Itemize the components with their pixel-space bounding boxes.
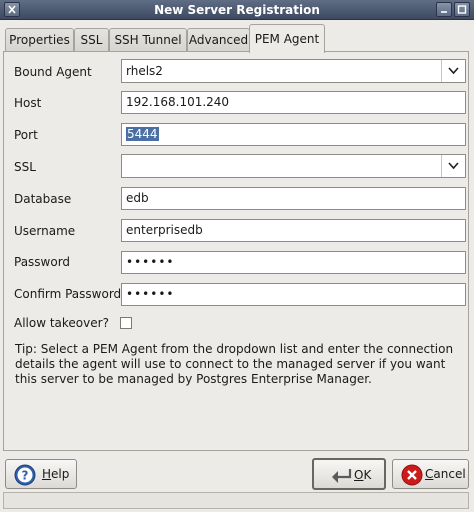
window-minimize-button[interactable] bbox=[436, 2, 452, 17]
pem-agent-panel: Bound Agent rhels2 Host 192.168.101.240 … bbox=[3, 51, 469, 451]
tab-label: Properties bbox=[9, 33, 70, 47]
help-icon: ? bbox=[14, 464, 36, 486]
bound-agent-dropdown-button[interactable] bbox=[441, 60, 465, 82]
port-label: Port bbox=[14, 128, 38, 142]
tab-label: Advanced bbox=[188, 33, 249, 47]
database-label: Database bbox=[14, 192, 72, 206]
confirm-password-input[interactable]: •••••• bbox=[121, 283, 466, 306]
tab-label: SSL bbox=[80, 33, 103, 47]
ok-icon bbox=[332, 469, 352, 483]
database-input[interactable]: edb bbox=[121, 187, 466, 210]
cancel-button[interactable]: Cancel bbox=[392, 459, 469, 489]
tab-properties[interactable]: Properties bbox=[5, 28, 74, 52]
username-label: Username bbox=[14, 224, 76, 238]
ssl-combo[interactable] bbox=[121, 154, 466, 178]
help-button[interactable]: ? Help bbox=[5, 459, 77, 489]
window-maximize-button[interactable] bbox=[454, 2, 470, 17]
chevron-down-icon bbox=[448, 162, 459, 170]
bound-agent-value: rhels2 bbox=[126, 64, 163, 78]
bound-agent-combo[interactable]: rhels2 bbox=[121, 59, 466, 83]
svg-text:?: ? bbox=[22, 469, 29, 483]
confirm-password-label: Confirm Password bbox=[14, 287, 122, 301]
password-label: Password bbox=[14, 255, 71, 269]
tab-label: SSH Tunnel bbox=[114, 33, 182, 47]
tip-text: Tip: Select a PEM Agent from the dropdow… bbox=[15, 342, 454, 386]
bound-agent-label: Bound Agent bbox=[14, 65, 92, 79]
ssl-label: SSL bbox=[14, 160, 36, 174]
minimize-icon bbox=[441, 11, 447, 13]
ok-button[interactable]: OK bbox=[312, 458, 386, 490]
host-label: Host bbox=[14, 96, 42, 110]
allow-takeover-label: Allow takeover? bbox=[14, 316, 109, 330]
tab-pem-agent[interactable]: PEM Agent bbox=[249, 24, 325, 53]
password-input[interactable]: •••••• bbox=[121, 251, 466, 274]
chevron-down-icon bbox=[448, 67, 459, 75]
tab-ssl[interactable]: SSL bbox=[74, 28, 109, 52]
port-value-selected: 5444 bbox=[126, 127, 159, 141]
ssl-dropdown-button[interactable] bbox=[441, 155, 465, 177]
window-title: New Server Registration bbox=[154, 3, 320, 17]
maximize-icon bbox=[457, 5, 467, 14]
ok-button-label: OK bbox=[354, 468, 372, 482]
tab-advanced[interactable]: Advanced bbox=[187, 28, 250, 52]
port-input[interactable]: 5444 bbox=[121, 123, 466, 146]
tab-ssh-tunnel[interactable]: SSH Tunnel bbox=[109, 28, 187, 52]
tab-label: PEM Agent bbox=[254, 32, 320, 46]
username-input[interactable]: enterprisedb bbox=[121, 219, 466, 242]
help-button-label: Help bbox=[42, 467, 70, 481]
allow-takeover-checkbox[interactable] bbox=[120, 317, 132, 329]
title-bar: New Server Registration bbox=[0, 0, 474, 20]
cancel-icon bbox=[401, 464, 423, 486]
cancel-button-label: Cancel bbox=[425, 467, 466, 481]
host-input[interactable]: 192.168.101.240 bbox=[121, 91, 466, 114]
status-bar bbox=[3, 492, 469, 509]
